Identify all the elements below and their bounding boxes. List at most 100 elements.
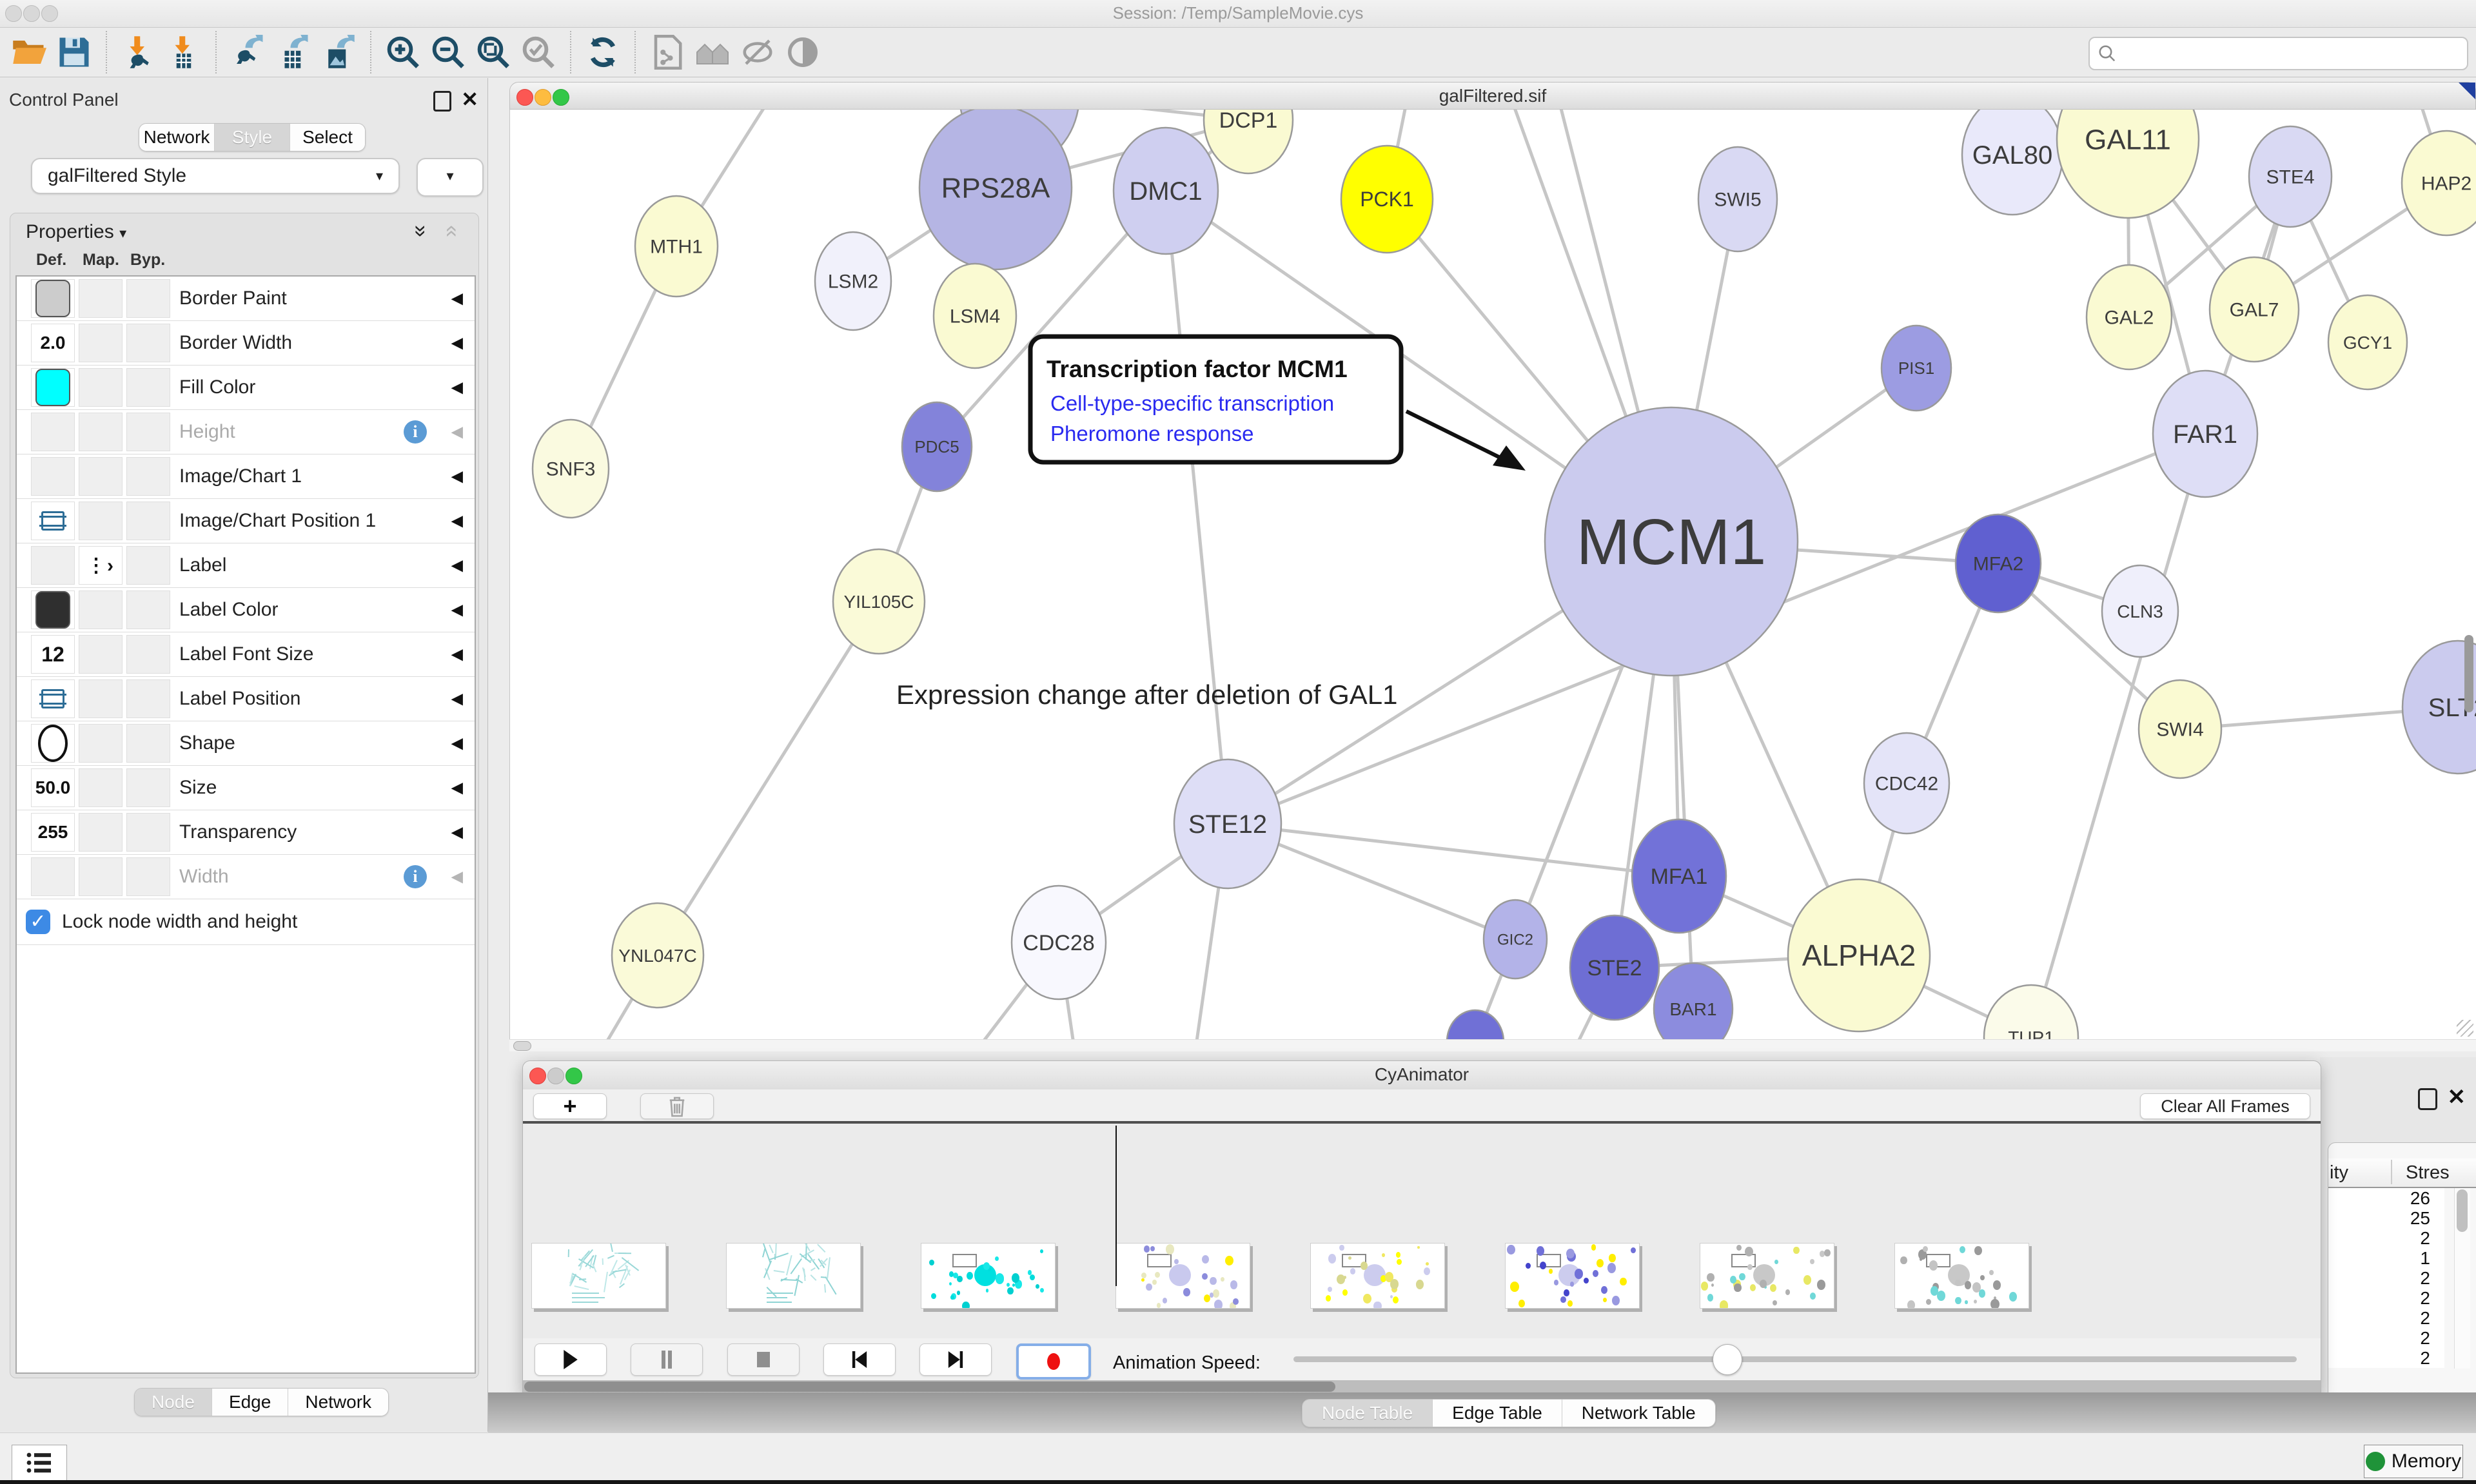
default-value-cell[interactable] [31, 368, 75, 407]
bypass-cell[interactable] [126, 279, 170, 318]
property-row[interactable]: 255Transparency◀ [17, 810, 475, 855]
mapping-cell[interactable] [79, 368, 123, 407]
clear-all-frames-button[interactable]: Clear All Frames [2140, 1093, 2310, 1119]
bypass-cell[interactable] [126, 857, 170, 896]
default-value-cell[interactable]: 12 [31, 635, 75, 674]
expand-row-icon[interactable]: ◀ [451, 423, 463, 442]
timeline[interactable]: 0123456789Seconds [523, 1124, 2321, 1338]
default-value-cell[interactable] [31, 279, 75, 318]
import-network-icon[interactable] [121, 34, 157, 70]
property-row[interactable]: Fill Color◀ [17, 366, 475, 410]
property-row[interactable]: Image/Chart Position 1◀ [17, 499, 475, 543]
annotation-box[interactable]: Transcription factor MCM1Cell-type-speci… [1030, 337, 1401, 462]
close-traffic-light[interactable] [516, 89, 533, 106]
maximize-traffic-light[interactable] [565, 1068, 582, 1084]
hide-icon[interactable] [740, 34, 776, 70]
expand-row-icon[interactable]: ◀ [451, 556, 463, 575]
table-cell[interactable]: 2 [2328, 1288, 2444, 1308]
default-value-cell[interactable] [31, 502, 75, 540]
frame-thumbnail-4[interactable] [1310, 1243, 1445, 1309]
table-cell[interactable]: 2 [2328, 1228, 2444, 1248]
table-cell[interactable]: 2 [2328, 1348, 2444, 1368]
frame-thumbnail-2[interactable] [921, 1243, 1056, 1309]
float-window-icon[interactable] [2418, 1088, 2437, 1110]
expand-row-icon[interactable]: ◀ [451, 734, 463, 753]
network-edge[interactable] [1166, 191, 1228, 824]
property-row[interactable]: ⋮›Label◀ [17, 543, 475, 588]
vertical-scrollbar-thumb[interactable] [2464, 635, 2473, 712]
refresh-icon[interactable] [585, 34, 621, 70]
export-table-icon[interactable] [275, 34, 311, 70]
expand-row-icon[interactable]: ◀ [451, 823, 463, 842]
frame-thumbnail-3[interactable] [1115, 1243, 1250, 1309]
default-value-cell[interactable] [31, 724, 75, 763]
table-cell[interactable]: 2 [2328, 1268, 2444, 1288]
task-history-button[interactable] [12, 1445, 67, 1481]
zoom-selected-icon[interactable] [520, 34, 556, 70]
delete-frame-button[interactable] [640, 1093, 714, 1119]
mapping-cell[interactable] [79, 724, 123, 763]
vertical-scrollbar[interactable] [2454, 1188, 2470, 1369]
property-row[interactable]: Heighti◀ [17, 410, 475, 454]
minimize-traffic-light[interactable] [23, 5, 40, 22]
mapping-cell[interactable] [79, 413, 123, 451]
style-options-button[interactable]: ▾ [417, 158, 484, 197]
style-selector[interactable]: galFiltered Style ▾ [31, 158, 400, 194]
expand-row-icon[interactable]: ◀ [451, 868, 463, 886]
bypass-cell[interactable] [126, 324, 170, 362]
table-cell[interactable]: 1 [2328, 1248, 2444, 1268]
expand-all-icon[interactable]: » [408, 225, 433, 237]
home-icon[interactable] [694, 34, 731, 70]
bypass-cell[interactable] [126, 457, 170, 496]
annotation-link[interactable]: Cell-type-specific transcription [1050, 391, 1334, 415]
bypass-cell[interactable] [126, 546, 170, 585]
property-row[interactable]: Label Position◀ [17, 677, 475, 721]
tab-node[interactable]: Node [135, 1389, 212, 1416]
expand-row-icon[interactable]: ◀ [451, 690, 463, 708]
tab-style[interactable]: Style [215, 124, 290, 151]
bypass-cell[interactable] [126, 768, 170, 807]
expand-row-icon[interactable]: ◀ [451, 779, 463, 797]
zoom-in-icon[interactable] [385, 34, 421, 70]
bypass-cell[interactable] [126, 591, 170, 629]
expand-row-icon[interactable]: ◀ [451, 601, 463, 620]
cyanimator-titlebar[interactable]: CyAnimator [523, 1061, 2321, 1090]
frame-thumbnail-1[interactable] [726, 1243, 861, 1309]
memory-button[interactable]: Memory [2364, 1445, 2463, 1478]
network-window-titlebar[interactable]: galFiltered.sif [509, 82, 2476, 110]
column-divider[interactable] [2391, 1160, 2392, 1184]
frame-thumbnail-5[interactable] [1505, 1243, 1640, 1309]
play-button[interactable] [535, 1343, 607, 1376]
contrast-icon[interactable] [785, 34, 821, 70]
mapping-cell[interactable] [79, 813, 123, 852]
default-value-cell[interactable] [31, 457, 75, 496]
maximize-traffic-light[interactable] [41, 5, 58, 22]
property-row[interactable]: Widthi◀ [17, 855, 475, 899]
column-header[interactable]: ity [2330, 1162, 2348, 1184]
expand-row-icon[interactable]: ◀ [451, 467, 463, 486]
slider-thumb[interactable] [1713, 1344, 1742, 1375]
mapping-cell[interactable] [79, 502, 123, 540]
bypass-cell[interactable] [126, 502, 170, 540]
tab-network[interactable]: Network [139, 124, 215, 151]
save-icon[interactable] [56, 34, 92, 70]
mapping-cell[interactable] [79, 324, 123, 362]
property-row[interactable]: 2.0Border Width◀ [17, 321, 475, 366]
import-table-icon[interactable] [166, 34, 202, 70]
frame-thumbnail-0[interactable] [531, 1243, 666, 1309]
expand-row-icon[interactable]: ◀ [451, 645, 463, 664]
zoom-out-icon[interactable] [430, 34, 466, 70]
mapping-cell[interactable] [79, 279, 123, 318]
default-value-cell[interactable]: 50.0 [31, 768, 75, 807]
bypass-cell[interactable] [126, 724, 170, 763]
tab-edge[interactable]: Edge [212, 1389, 288, 1416]
column-header[interactable]: Stres [2406, 1162, 2450, 1184]
zoom-fit-icon[interactable] [475, 34, 511, 70]
bypass-cell[interactable] [126, 635, 170, 674]
scrollbar-thumb[interactable] [524, 1381, 1335, 1392]
default-value-cell[interactable] [31, 857, 75, 896]
tab-edge-table[interactable]: Edge Table [1433, 1400, 1562, 1427]
pause-button[interactable] [631, 1343, 703, 1376]
default-value-cell[interactable]: 255 [31, 813, 75, 852]
info-icon[interactable]: i [404, 865, 427, 888]
